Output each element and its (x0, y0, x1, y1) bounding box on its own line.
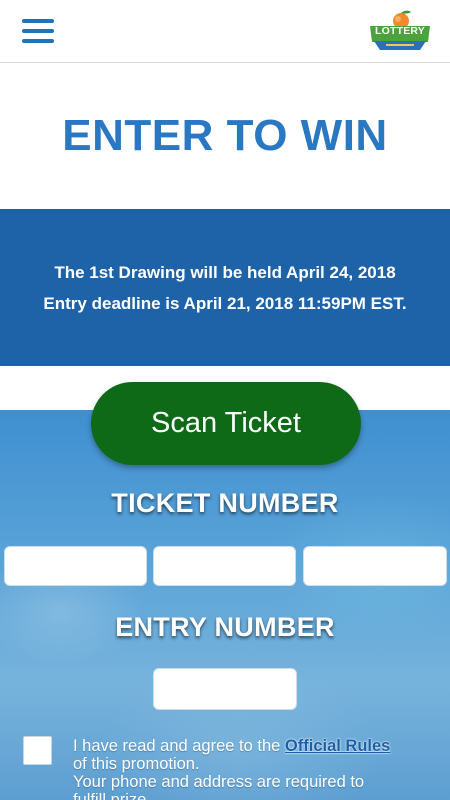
ticket-number-field-3[interactable] (303, 546, 447, 586)
official-rules-link[interactable]: Official Rules (285, 737, 390, 755)
agreement-text-before: I have read and agree to the (73, 737, 285, 755)
menu-line (22, 29, 54, 33)
drawing-date-text: The 1st Drawing will be held April 24, 2… (54, 262, 396, 282)
ticket-number-field-2[interactable] (153, 546, 296, 586)
menu-line (22, 39, 54, 43)
agreement-text: I have read and agree to the Official Ru… (73, 737, 443, 800)
page-title: ENTER TO WIN (62, 111, 388, 160)
agreement-text-after: of this promotion. (73, 755, 200, 773)
app-screen: LOTTERY ENTER TO WIN The 1st Drawing wil… (0, 0, 450, 800)
top-bar: LOTTERY (0, 0, 450, 63)
drawing-info-banner: The 1st Drawing will be held April 24, 2… (0, 209, 450, 366)
ticket-number-field-1[interactable] (4, 546, 147, 586)
agreement-line-3: fulfill prize. (73, 791, 151, 800)
agreement-line-2: Your phone and address are required to (73, 773, 365, 791)
menu-line (22, 19, 54, 23)
entry-number-label: ENTRY NUMBER (115, 612, 335, 642)
title-section: ENTER TO WIN (0, 63, 450, 209)
lottery-logo-icon[interactable]: LOTTERY (368, 10, 432, 54)
entry-deadline-text: Entry deadline is April 21, 2018 11:59PM… (43, 293, 407, 313)
agree-rules-checkbox[interactable] (23, 736, 52, 765)
entry-number-field[interactable] (153, 668, 297, 710)
ticket-number-label: TICKET NUMBER (111, 488, 339, 518)
logo-text: LOTTERY (374, 25, 425, 37)
hamburger-menu-icon[interactable] (22, 19, 54, 43)
scan-ticket-button[interactable]: Scan Ticket (91, 382, 361, 465)
